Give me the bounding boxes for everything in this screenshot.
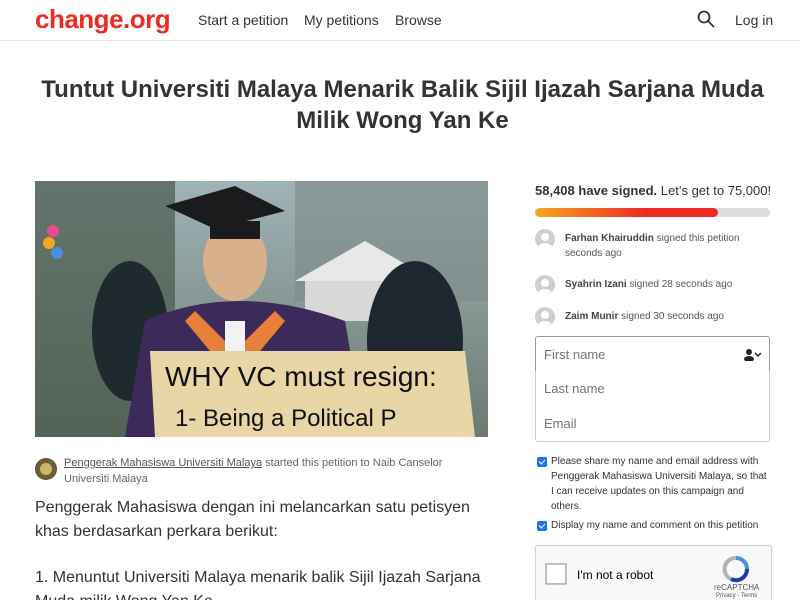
top-header: change.org Start a petition My petitions…	[0, 0, 800, 41]
petition-paragraph-1: Penggerak Mahasiswa dengan ini melancark…	[35, 499, 470, 540]
petition-starter: Penggerak Mahasiswa Universiti Malaya st…	[64, 455, 484, 487]
signed-goal-text: Let’s get to 75,000!	[657, 183, 772, 198]
photo-sign-line2: 1- Being a Political P	[175, 405, 396, 432]
signer-name: Zaim Munir	[565, 311, 619, 322]
signer-time: seconds ago	[565, 248, 622, 259]
signature-count: 58,408 have signed. Let’s get to 75,000!	[535, 183, 771, 198]
recaptcha-brand: reCAPTCHA	[714, 583, 760, 592]
contact-card-icon[interactable]	[744, 347, 762, 361]
recaptcha-label: I'm not a robot	[577, 568, 654, 582]
login-link[interactable]: Log in	[735, 12, 773, 28]
recaptcha-checkbox[interactable]	[545, 563, 567, 585]
organizer-link[interactable]: Penggerak Mahasiswa Universiti Malaya	[64, 457, 262, 469]
petition-photo-illustration: WHY VC must resign: 1- Being a Political…	[35, 181, 488, 437]
email-field[interactable]	[535, 406, 770, 442]
nav-browse[interactable]: Browse	[395, 12, 442, 28]
recaptcha-logo-icon	[722, 556, 750, 583]
recent-signer: Syahrin Izani signed 28 seconds ago	[535, 275, 775, 297]
first-name-field[interactable]	[535, 336, 770, 372]
search-icon[interactable]	[697, 10, 715, 28]
signer-action: signed this petition	[653, 233, 740, 244]
signer-name: Farhan Khairuddin	[565, 233, 654, 244]
last-name-field[interactable]	[535, 371, 770, 407]
display-name-checkbox[interactable]	[537, 521, 547, 531]
photo-sign-line1: WHY VC must resign:	[165, 361, 437, 392]
progress-fill	[535, 208, 719, 217]
petition-paragraph-2: 1. Menuntut Universiti Malaya menarik ba…	[35, 569, 481, 600]
change-org-logo[interactable]: change.org	[35, 4, 171, 35]
signer-action: signed 28 seconds ago	[626, 279, 733, 290]
nav-start-petition[interactable]: Start a petition	[198, 12, 288, 28]
signature-progress-bar	[535, 208, 770, 217]
signer-avatar-icon	[535, 307, 555, 327]
petition-photo[interactable]: WHY VC must resign: 1- Being a Political…	[35, 181, 488, 437]
display-name-label: Display my name and comment on this peti…	[551, 520, 759, 531]
organizer-avatar	[35, 458, 57, 480]
petition-title: Tuntut Universiti Malaya Menarik Balik S…	[41, 76, 764, 134]
recent-signer: Zaim Munir signed 30 seconds ago	[535, 307, 775, 329]
signed-count-text: 58,408 have signed.	[535, 183, 658, 198]
share-info-checkbox[interactable]	[537, 457, 547, 467]
signer-action: signed 30 seconds ago	[618, 311, 724, 322]
recent-signer: Farhan Khairuddin signed this petition se…	[535, 229, 775, 269]
signer-avatar-icon	[535, 275, 555, 295]
signer-name: Syahrin Izani	[565, 279, 627, 290]
recaptcha-links[interactable]: Privacy - Terms	[716, 593, 757, 599]
share-info-label: Please share my name and email address w…	[551, 456, 767, 512]
signer-avatar-icon	[535, 229, 555, 249]
recaptcha-widget: I'm not a robot reCAPTCHA Privacy - Term…	[535, 545, 772, 600]
nav-my-petitions[interactable]: My petitions	[304, 12, 379, 28]
